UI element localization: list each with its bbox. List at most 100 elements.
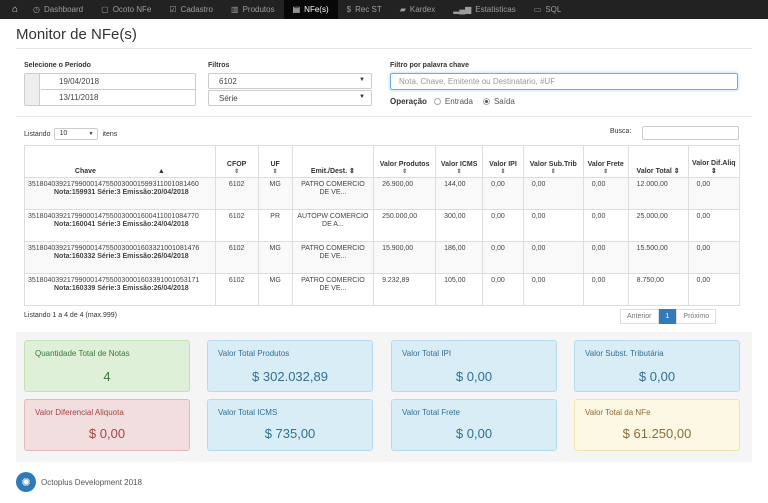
rec-st-icon: $ — [346, 5, 352, 14]
cell-emit: AUTOPW COMERCIO DE A... — [291, 209, 375, 242]
sort-icon: ⇕ — [349, 168, 355, 175]
card-value: 4 — [103, 369, 111, 384]
col-valor-dif-aliq[interactable]: Valor Dif.Aliq ⇕ — [687, 145, 741, 178]
nav-item-label: Kardex — [409, 5, 436, 14]
nav-dashboard[interactable]: ◷ Dashboard — [24, 0, 92, 19]
estatisticas-icon: ▂▄▆ — [453, 5, 472, 14]
next-page-button[interactable]: Próximo — [676, 309, 717, 324]
sort-icon: ⇕ — [550, 169, 556, 175]
page-size-value: 10 — [59, 130, 68, 137]
pagination: Anterior 1 Próximo — [620, 309, 717, 324]
card-total-ipi: Valor Total IPI $ 0,00 — [391, 340, 557, 392]
cell-ipi: 0,00 — [482, 177, 524, 210]
cell-icms: 300,00 — [435, 209, 484, 242]
page-1-button[interactable]: 1 — [658, 309, 677, 324]
home-icon[interactable]: ⌂ — [6, 4, 24, 15]
card-value: $ 61.250,00 — [622, 426, 692, 441]
col-cfop[interactable]: CFOP ⇕ — [214, 145, 259, 178]
card-label: Valor Total Produtos — [218, 349, 290, 358]
title-divider — [16, 48, 752, 49]
itens-label: itens — [102, 130, 118, 138]
card-label: Valor Total IPI — [402, 349, 452, 358]
cell-st: 0,00 — [522, 241, 584, 274]
page-title: Monitor de NFe(s) — [16, 26, 137, 43]
nav-item-label: Produtos — [242, 5, 275, 14]
page-size-control: Listando 10 ▼ itens — [24, 128, 117, 140]
cell-uf: MG — [257, 177, 293, 210]
nav-rec-st[interactable]: $ Rec ST — [338, 0, 391, 19]
card-label: Valor Total Frete — [402, 408, 460, 417]
table-row[interactable]: 3518040392179900014755003000160332100108… — [24, 241, 741, 274]
period-label: Selecione o Período — [24, 62, 91, 69]
cell-ipi: 0,00 — [482, 241, 524, 274]
card-total-icms: Valor Total ICMS $ 735,00 — [207, 399, 373, 451]
table-row[interactable]: 3518040392179900014755003000160339100105… — [24, 273, 741, 306]
col-valor-st[interactable]: Valor Sub.Trib ⇕ — [522, 145, 584, 178]
entrada-radio[interactable] — [433, 98, 441, 105]
col-uf[interactable]: UF ⇕ — [257, 145, 293, 178]
cell-dif: 0,00 — [687, 273, 741, 306]
card-label: Valor Total ICMS — [218, 408, 278, 417]
ocoto-nfe-icon: ▢ — [101, 5, 109, 14]
serie-select[interactable]: Série ▼ — [208, 90, 372, 106]
col-emit[interactable]: Emit./Dest. ⇕ — [291, 145, 375, 178]
chave-key: 3518040392179900014755003000160339100105… — [28, 277, 200, 284]
col-valor-produtos[interactable]: Valor Produtos ⇕ — [373, 145, 437, 178]
chave-nota-info: Nota:160332 Série:3 Emissão:26/04/2018 — [54, 253, 189, 261]
card-diferencial-aliquota: Valor Diferencial Aliquota $ 0,00 — [24, 399, 190, 451]
top-navbar: ⌂ ◷ Dashboard ▢ Ocoto NFe ☑ Cadastro ▥ Produtos… — [0, 0, 768, 19]
table-search-input[interactable] — [642, 126, 739, 140]
sort-asc-icon: ▲ — [157, 168, 165, 175]
cell-emit: PATRO COMERCIO DE VE... — [291, 273, 375, 306]
sort-icon: ⇕ — [710, 168, 717, 175]
card-value: $ 0,00 — [88, 426, 126, 441]
nav-item-label: NFe(s) — [304, 5, 329, 14]
col-valor-total[interactable]: Valor Total ⇕ — [627, 145, 689, 178]
table-row[interactable]: 3518040392179900014755003000160041100108… — [24, 209, 741, 242]
produtos-icon: ▥ — [231, 5, 239, 14]
cell-frete: 0,00 — [582, 177, 629, 210]
filters-divider — [16, 116, 752, 117]
table-count-text: Listando 1 a 4 de 4 (max.999) — [24, 312, 118, 319]
serie-select-value: Série — [219, 94, 238, 103]
cell-ipi: 0,00 — [482, 273, 524, 306]
cell-prod: 15.900,00 — [373, 241, 437, 274]
nav-sql[interactable]: ▭ SQL — [525, 0, 571, 19]
card-value: $ 0,00 — [455, 369, 493, 384]
chevron-down-icon: ▼ — [88, 131, 94, 137]
cell-st: 0,00 — [522, 273, 584, 306]
nav-kardex[interactable]: ▰ Kardex — [391, 0, 445, 19]
date-to-input[interactable]: 13/11/2018 — [41, 90, 195, 106]
table-row[interactable]: 3518040392179900014755003000159931100108… — [24, 177, 741, 210]
keyword-search-input[interactable]: Nota, Chave, Emitente ou Destinatario, #… — [390, 73, 738, 90]
col-valor-ipi[interactable]: Valor IPI ⇕ — [482, 145, 524, 178]
cell-dif: 0,00 — [687, 209, 741, 242]
nfe-table: Chave ▲ CFOP ⇕ UF ⇕ Emit./Dest. ⇕ Valor Pr… — [24, 145, 741, 306]
nav-ocoto-nfe[interactable]: ▢ Ocoto NFe — [92, 0, 160, 19]
table-header-row: Chave ▲ CFOP ⇕ UF ⇕ Emit./Dest. ⇕ Valor Pr… — [24, 145, 741, 178]
nav-item-label: SQL — [545, 5, 562, 14]
page-size-select[interactable]: 10 ▼ — [54, 128, 99, 140]
busca-label: Busca: — [610, 128, 632, 135]
nav-cadastro[interactable]: ☑ Cadastro — [160, 0, 222, 19]
cell-cfop: 6102 — [214, 177, 259, 210]
nav-estatisticas[interactable]: ▂▄▆ Estatisticas — [444, 0, 524, 19]
sort-icon: ⇕ — [272, 169, 278, 175]
prev-page-button[interactable]: Anterior — [620, 309, 659, 324]
cell-chave: 3518040392179900014755003000160339100105… — [24, 273, 216, 306]
nav-produtos[interactable]: ▥ Produtos — [222, 0, 284, 19]
cfop-select[interactable]: 6102 ▼ — [208, 73, 372, 89]
col-valor-icms[interactable]: Valor ICMS ⇕ — [435, 145, 484, 178]
chave-key: 3518040392179900014755003000159931100108… — [28, 181, 199, 188]
cell-dif: 0,00 — [687, 177, 741, 210]
cell-total: 8.750,00 — [627, 273, 689, 306]
saida-radio[interactable] — [482, 98, 490, 105]
cell-dif: 0,00 — [687, 241, 741, 274]
cell-icms: 105,00 — [435, 273, 484, 306]
cell-total: 25.000,00 — [627, 209, 689, 242]
date-from-input[interactable]: 19/04/2018 — [41, 74, 195, 90]
nav-nfes[interactable]: ▤ NFe(s) — [283, 0, 338, 19]
col-valor-frete[interactable]: Valor Frete ⇕ — [582, 145, 629, 178]
col-chave[interactable]: Chave ▲ — [24, 145, 216, 178]
cell-frete: 0,00 — [582, 241, 629, 274]
